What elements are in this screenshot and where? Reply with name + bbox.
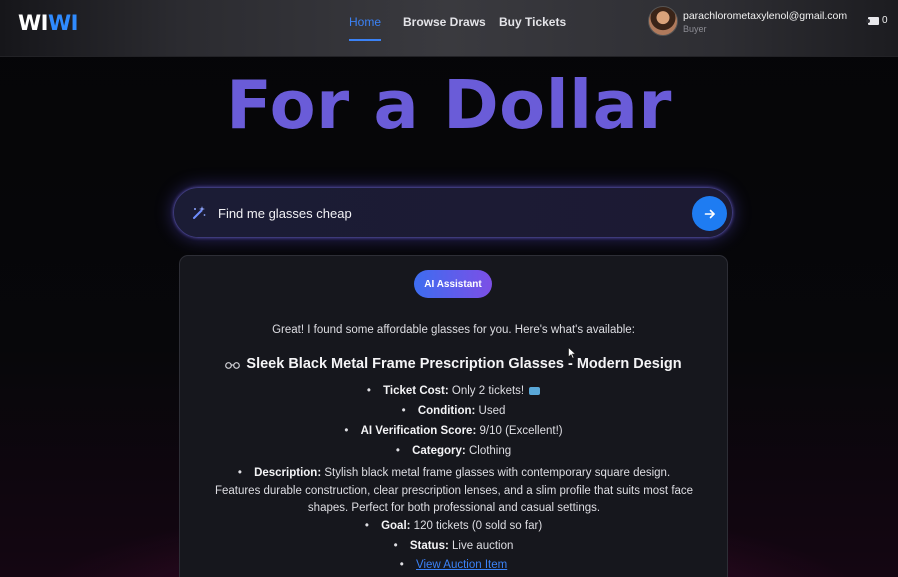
detail-category: Category: Clothing: [179, 445, 728, 457]
send-button[interactable]: [692, 196, 727, 231]
detail-goal: Goal: 120 tickets (0 sold so far): [179, 520, 728, 532]
hero-title: For a Dollar: [226, 66, 672, 144]
avatar[interactable]: [648, 6, 678, 36]
mouse-cursor-icon: [568, 347, 576, 359]
detail-label: AI Verification Score:: [360, 425, 477, 437]
nav-home[interactable]: Home: [349, 15, 382, 41]
ticket-icon[interactable]: [866, 17, 879, 25]
detail-description: Description: Stylish black metal frame g…: [214, 465, 694, 518]
magic-wand-icon: [193, 206, 206, 219]
nav-browse-draws[interactable]: Browse Draws: [403, 15, 486, 39]
detail-status: Status: Live auction: [179, 540, 728, 552]
product-title: Sleek Black Metal Frame Prescription Gla…: [179, 356, 728, 372]
detail-value: Only 2 tickets!: [451, 385, 525, 397]
ticket-count: 0: [882, 15, 888, 26]
detail-value: Clothing: [468, 445, 512, 457]
glasses-icon: [225, 362, 241, 369]
detail-label: Description:: [254, 467, 322, 479]
search-input[interactable]: Find me glasses cheap: [218, 206, 352, 221]
detail-ai-score: AI Verification Score: 9/10 (Excellent!): [179, 425, 728, 437]
ai-search-bar[interactable]: Find me glasses cheap: [173, 187, 733, 238]
product-title-text: Sleek Black Metal Frame Prescription Gla…: [246, 356, 682, 372]
detail-label: Goal:: [381, 520, 411, 532]
detail-label: Category:: [412, 445, 466, 457]
detail-value: 9/10 (Excellent!): [479, 425, 563, 437]
assistant-intro: Great! I found some affordable glasses f…: [272, 324, 635, 336]
detail-ticket-cost: Ticket Cost: Only 2 tickets!: [179, 385, 728, 397]
ai-assistant-badge: AI Assistant: [414, 270, 492, 298]
top-navigation-bar: WIWI Home Browse Draws Buy Tickets parac…: [0, 0, 898, 57]
detail-value: Used: [478, 405, 506, 417]
logo-text-blue: WI: [47, 11, 78, 35]
detail-value: 120 tickets (0 sold so far): [413, 520, 543, 532]
user-email[interactable]: parachlorometaxylenol@gmail.com: [683, 10, 847, 22]
detail-label: Condition:: [417, 405, 476, 417]
user-role: Buyer: [683, 24, 707, 34]
logo-text-white: WI: [18, 11, 48, 35]
view-auction-item: View Auction Item: [179, 559, 728, 571]
detail-value: Live auction: [452, 540, 514, 552]
detail-label: Status:: [409, 540, 449, 552]
logo[interactable]: WIWI: [18, 11, 78, 35]
view-auction-link[interactable]: View Auction Item: [416, 559, 507, 571]
detail-label: Ticket Cost:: [383, 385, 449, 397]
arrow-right-icon: [704, 209, 715, 218]
detail-condition: Condition: Used: [179, 405, 728, 417]
ticket-emoji-icon: [529, 387, 541, 395]
nav-buy-tickets[interactable]: Buy Tickets: [499, 15, 566, 39]
